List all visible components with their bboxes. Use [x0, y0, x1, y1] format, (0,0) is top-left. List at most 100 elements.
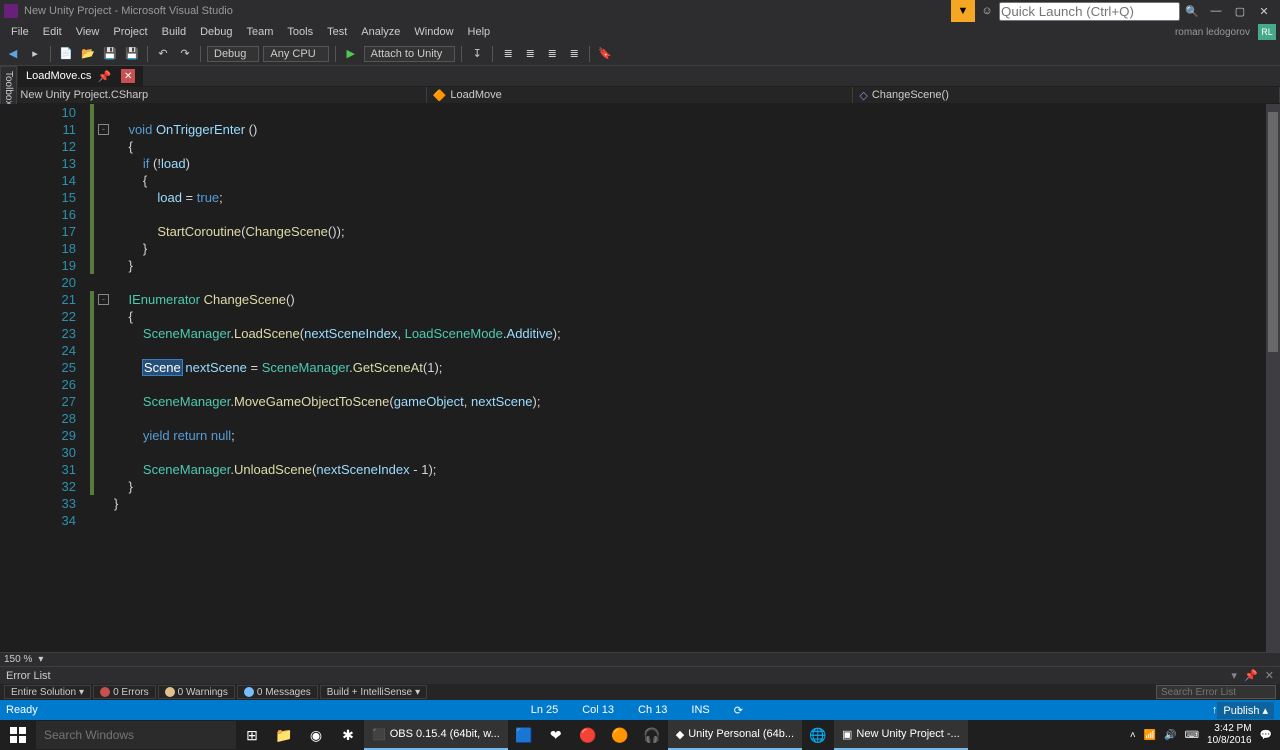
- menu-build[interactable]: Build: [155, 24, 193, 40]
- nav-member[interactable]: ◇ChangeScene(): [853, 87, 1280, 103]
- bookmark-button[interactable]: 🔖: [596, 45, 614, 63]
- taskbar-unity[interactable]: ◆Unity Personal (64b...: [668, 720, 802, 750]
- status-ins[interactable]: INS: [691, 704, 709, 716]
- fold-button[interactable]: -: [98, 294, 109, 305]
- user-name[interactable]: roman ledogorov: [1175, 27, 1250, 38]
- change-indicator: [90, 104, 94, 652]
- menu-analyze[interactable]: Analyze: [354, 24, 407, 40]
- zoom-bar: 150 % ▾: [0, 652, 1280, 666]
- tab-loadmove[interactable]: LoadMove.cs 📌 ✕: [18, 65, 143, 86]
- save-all-button[interactable]: 💾: [123, 45, 141, 63]
- menu-debug[interactable]: Debug: [193, 24, 239, 40]
- app-icon-2[interactable]: 🟦: [508, 720, 540, 750]
- tray-network-icon[interactable]: 📶: [1144, 730, 1156, 741]
- error-list-header: Error List ▾ 📌 ✕: [0, 666, 1280, 684]
- menu-test[interactable]: Test: [320, 24, 354, 40]
- menu-view[interactable]: View: [69, 24, 107, 40]
- task-view-icon[interactable]: ⊞: [236, 720, 268, 750]
- errors-chip[interactable]: 0 Errors: [93, 685, 156, 699]
- nav-class[interactable]: 🔶LoadMove: [427, 87, 854, 103]
- tab-pin-icon[interactable]: 📌: [97, 70, 111, 83]
- menu-window[interactable]: Window: [407, 24, 460, 40]
- statusbar: Ready Ln 25 Col 13 Ch 13 INS ⟳ ↑ Publish…: [0, 700, 1280, 720]
- toolbar: ◀ ▸ 📄 📂 💾 💾 ↶ ↷ Debug Any CPU ▶ Attach t…: [0, 42, 1280, 66]
- taskbar-vs[interactable]: ▣New Unity Project -...: [834, 720, 968, 750]
- config-combo[interactable]: Debug: [207, 46, 259, 62]
- open-file-button[interactable]: 📂: [79, 45, 97, 63]
- tab-close-icon[interactable]: ✕: [121, 69, 135, 83]
- tray-clock[interactable]: 3:42 PM 10/8/2016: [1207, 723, 1252, 747]
- system-tray[interactable]: ˄ 📶 🔊 ⌨ 3:42 PM 10/8/2016 💬: [1122, 723, 1280, 747]
- comment-button[interactable]: ≣: [543, 45, 561, 63]
- platform-combo[interactable]: Any CPU: [263, 46, 328, 62]
- status-ch: Ch 13: [638, 704, 667, 716]
- status-sync-icon[interactable]: ⟳: [734, 704, 743, 717]
- menu-edit[interactable]: Edit: [36, 24, 69, 40]
- error-search-input[interactable]: [1156, 685, 1276, 699]
- error-list-title: Error List: [6, 670, 51, 682]
- tray-notifications-icon[interactable]: 💬: [1260, 730, 1272, 741]
- forward-button[interactable]: ▸: [26, 45, 44, 63]
- step-button[interactable]: ↧: [468, 45, 486, 63]
- search-icon[interactable]: 🔍: [1180, 0, 1204, 22]
- titlebar: New Unity Project - Microsoft Visual Stu…: [0, 0, 1280, 22]
- menu-team[interactable]: Team: [240, 24, 281, 40]
- errlist-dropdown-icon[interactable]: ▾: [1231, 670, 1237, 682]
- scope-combo[interactable]: Entire Solution ▾: [4, 685, 91, 699]
- tray-chevron-icon[interactable]: ˄: [1130, 730, 1136, 741]
- notification-flag-icon[interactable]: ▼: [951, 0, 975, 22]
- code-content[interactable]: void OnTriggerEnter () { if (!load) { lo…: [114, 104, 561, 529]
- app-icon-3[interactable]: ❤: [540, 720, 572, 750]
- new-file-button[interactable]: 📄: [57, 45, 75, 63]
- menu-help[interactable]: Help: [461, 24, 498, 40]
- outdent-button[interactable]: ≣: [521, 45, 539, 63]
- filter-combo[interactable]: Build + IntelliSense ▾: [320, 685, 427, 699]
- attach-combo[interactable]: Attach to Unity: [364, 46, 456, 62]
- steam-icon[interactable]: ◉: [300, 720, 332, 750]
- warnings-chip[interactable]: 0 Warnings: [158, 685, 235, 699]
- menu-project[interactable]: Project: [106, 24, 154, 40]
- uncomment-button[interactable]: ≣: [565, 45, 583, 63]
- errlist-close-icon[interactable]: ✕: [1265, 670, 1274, 682]
- scrollbar-thumb[interactable]: [1268, 112, 1278, 352]
- vertical-scrollbar[interactable]: [1266, 104, 1280, 652]
- undo-button[interactable]: ↶: [154, 45, 172, 63]
- blender-icon[interactable]: 🟠: [604, 720, 636, 750]
- menu-file[interactable]: File: [4, 24, 36, 40]
- tab-label: LoadMove.cs: [26, 70, 91, 82]
- tray-lang-icon[interactable]: ⌨: [1185, 730, 1199, 741]
- taskbar-obs[interactable]: ⬛OBS 0.15.4 (64bit, w...: [364, 720, 508, 750]
- redo-button[interactable]: ↷: [176, 45, 194, 63]
- indent-button[interactable]: ≣: [499, 45, 517, 63]
- user-avatar[interactable]: RL: [1258, 24, 1276, 40]
- taskbar-search-input[interactable]: [36, 721, 236, 749]
- quick-launch-input[interactable]: [999, 2, 1180, 21]
- close-button[interactable]: ✕: [1252, 0, 1276, 22]
- code-editor[interactable]: 1011121314151617181920212223242526272829…: [0, 104, 1280, 652]
- app-icon-1[interactable]: ✱: [332, 720, 364, 750]
- menu-tools[interactable]: Tools: [280, 24, 320, 40]
- errlist-pin-icon[interactable]: 📌: [1244, 670, 1258, 682]
- nav-project[interactable]: ▣New Unity Project.CSharp: [0, 87, 427, 103]
- messages-chip[interactable]: 0 Messages: [237, 685, 318, 699]
- explorer-icon[interactable]: 📁: [268, 720, 300, 750]
- status-line: Ln 25: [531, 704, 559, 716]
- publish-button[interactable]: Publish ▴: [1217, 702, 1274, 719]
- start-button[interactable]: [0, 720, 36, 750]
- play-icon[interactable]: ▶: [342, 45, 360, 63]
- zoom-level[interactable]: 150 %: [4, 654, 32, 665]
- chrome-icon[interactable]: 🌐: [802, 720, 834, 750]
- menubar: File Edit View Project Build Debug Team …: [0, 22, 1280, 42]
- app-icon-4[interactable]: 🔴: [572, 720, 604, 750]
- feedback-icon[interactable]: ☺: [975, 0, 999, 22]
- fold-button[interactable]: -: [98, 124, 109, 135]
- tray-volume-icon[interactable]: 🔊: [1164, 730, 1176, 741]
- back-button[interactable]: ◀: [4, 45, 22, 63]
- zoom-dropdown-icon[interactable]: ▾: [38, 654, 43, 665]
- save-button[interactable]: 💾: [101, 45, 119, 63]
- app-icon-5[interactable]: 🎧: [636, 720, 668, 750]
- minimize-button[interactable]: —: [1204, 0, 1228, 22]
- windows-taskbar: ⊞ 📁 ◉ ✱ ⬛OBS 0.15.4 (64bit, w... 🟦 ❤ 🔴 🟠…: [0, 720, 1280, 750]
- status-col: Col 13: [582, 704, 614, 716]
- maximize-button[interactable]: ▢: [1228, 0, 1252, 22]
